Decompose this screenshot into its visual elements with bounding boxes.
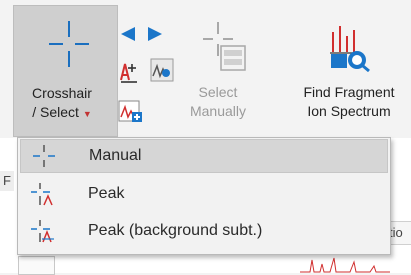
chevron-down-icon[interactable]: ▼ (83, 109, 92, 119)
menu-item-label: Peak (88, 185, 125, 202)
crosshair-label: Crosshair / Select ▼ (20, 84, 104, 124)
spectrum-search-icon[interactable] (150, 58, 174, 82)
find-fragment-button[interactable]: Find Fragment Ion Spectrum (287, 83, 411, 121)
thumbnail-peek (18, 256, 55, 275)
select-manually-line1: Select (198, 84, 238, 100)
crosshair-mode-menu: Manual Peak Peak (background subt.) (17, 137, 391, 255)
crosshair-label-line2: / Select ▼ (20, 103, 104, 124)
select-manually-line2: Manually (189, 103, 247, 119)
find-fragment-line2: Ion Spectrum (307, 103, 391, 119)
arrow-right-icon[interactable] (146, 26, 164, 42)
tab-peek-text: F (3, 173, 11, 188)
crosshair-label-line1: Crosshair (32, 85, 92, 101)
arrow-left-icon[interactable] (119, 26, 137, 42)
add-spectrum-icon[interactable] (117, 97, 143, 123)
menu-item-label: Peak (background subt.) (88, 222, 263, 239)
crosshair-manual-icon (33, 145, 55, 167)
menu-item-manual[interactable]: Manual (20, 139, 388, 173)
select-manually-button: Select Manually (184, 83, 252, 121)
menu-item-peak-background[interactable]: Peak (background subt.) (20, 214, 388, 248)
menu-item-peak[interactable]: Peak (20, 177, 388, 211)
crosshair-label-line2-text: / Select (32, 104, 79, 120)
ribbon: Crosshair / Select ▼ Select Manually Fin… (0, 0, 411, 138)
spectrum-preview (300, 257, 390, 273)
crosshair-peak-background-icon (31, 220, 54, 243)
add-peak-label-icon[interactable] (118, 60, 140, 84)
find-fragment-icon[interactable] (329, 22, 373, 72)
find-fragment-line1: Find Fragment (303, 84, 395, 100)
menu-item-label: Manual (89, 147, 142, 164)
crosshair-select-button[interactable]: Crosshair / Select ▼ (13, 5, 118, 137)
tab-peek: F (0, 171, 14, 191)
crosshair-peak-icon (31, 183, 53, 206)
select-manually-icon (203, 22, 246, 71)
tab-label-peek-text: tio (389, 225, 403, 240)
tab-label-peek: tio (389, 221, 411, 245)
crosshair-icon (49, 21, 89, 67)
